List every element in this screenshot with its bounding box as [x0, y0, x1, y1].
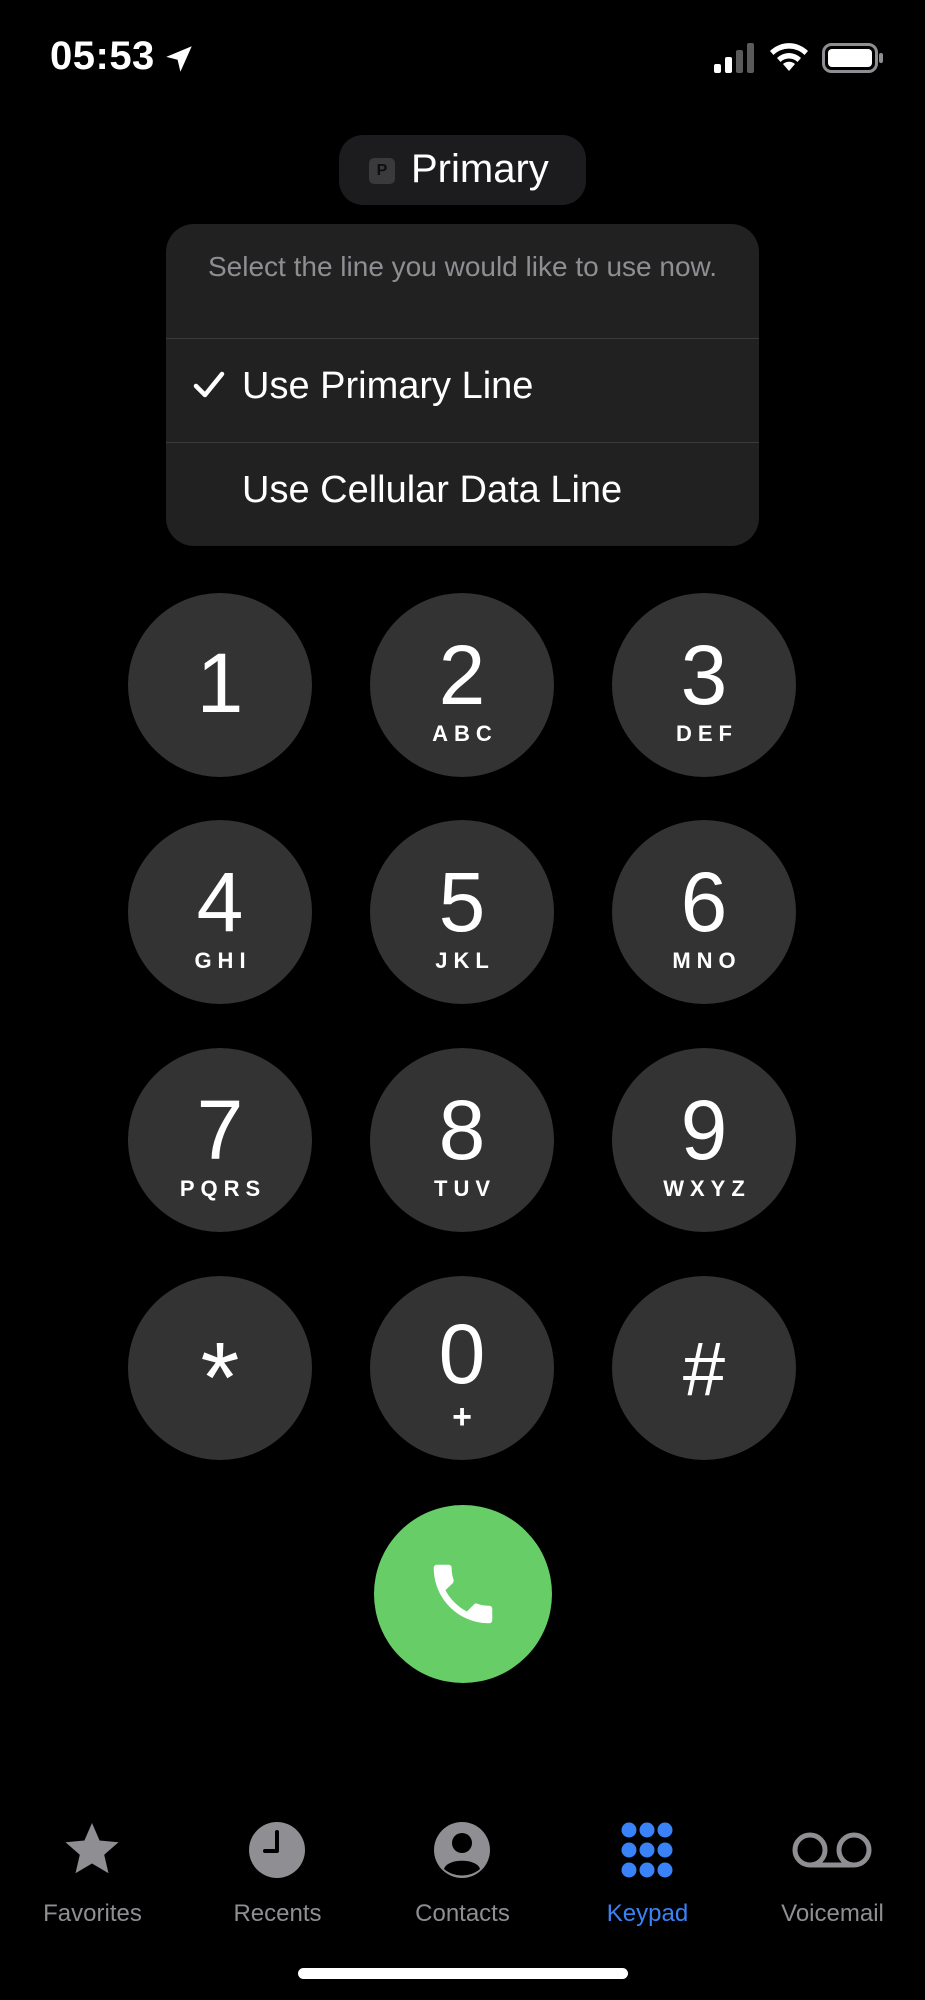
- key-digit: 7: [196, 1083, 244, 1177]
- key-letters: PQRS: [179, 1176, 267, 1201]
- line-selector-button[interactable]: P Primary: [339, 135, 586, 205]
- line-selection-menu: Select the line you would like to use no…: [166, 224, 759, 546]
- menu-item-use-cellular-data-line[interactable]: Use Cellular Data Line: [166, 442, 759, 546]
- location-arrow-icon: [166, 46, 192, 72]
- key-digit: 1: [196, 636, 244, 730]
- key-star[interactable]: *: [128, 1276, 312, 1460]
- key-9[interactable]: 9 WXYZ: [612, 1048, 796, 1232]
- key-digit: 6: [680, 855, 728, 949]
- status-time: 05:53: [50, 34, 155, 78]
- cellular-signal-icon: [714, 43, 754, 73]
- keypad-icon: [621, 1822, 673, 1878]
- star-icon: [65, 1823, 119, 1874]
- key-digit: 2: [438, 628, 486, 722]
- key-letters: MNO: [672, 948, 742, 973]
- tab-label: Keypad: [606, 1900, 689, 1927]
- tab-contacts[interactable]: Contacts: [370, 1816, 555, 1927]
- tab-label: Recents: [233, 1900, 322, 1927]
- key-digit: 4: [196, 855, 244, 949]
- key-2[interactable]: 2 ABC: [370, 593, 554, 777]
- key-digit: 9: [680, 1083, 728, 1177]
- key-0[interactable]: 0 +: [370, 1276, 554, 1460]
- battery-icon: [822, 43, 883, 73]
- clock-icon: [249, 1822, 305, 1878]
- key-digit: #: [682, 1327, 726, 1412]
- key-letters: DEF: [676, 721, 738, 746]
- key-4[interactable]: 4 GHI: [128, 820, 312, 1004]
- tab-voicemail[interactable]: Voicemail: [740, 1816, 925, 1927]
- home-indicator[interactable]: [298, 1968, 628, 1979]
- key-7[interactable]: 7 PQRS: [128, 1048, 312, 1232]
- wifi-icon: [770, 43, 808, 71]
- key-6[interactable]: 6 MNO: [612, 820, 796, 1004]
- key-5[interactable]: 5 JKL: [370, 820, 554, 1004]
- tab-recents[interactable]: Recents: [185, 1816, 370, 1927]
- key-3[interactable]: 3 DEF: [612, 593, 796, 777]
- key-8[interactable]: 8 TUV: [370, 1048, 554, 1232]
- tab-favorites[interactable]: Favorites: [0, 1816, 185, 1927]
- key-1[interactable]: 1: [128, 593, 312, 777]
- key-digit: 0: [438, 1307, 486, 1401]
- key-letters: JKL: [435, 948, 495, 973]
- status-bar: 05:53: [0, 0, 925, 120]
- tab-keypad[interactable]: Keypad: [555, 1816, 740, 1927]
- menu-item-label: Use Cellular Data Line: [242, 469, 623, 511]
- key-letters: WXYZ: [663, 1176, 751, 1201]
- menu-item-use-primary-line[interactable]: Use Primary Line: [166, 338, 759, 442]
- key-letters: GHI: [194, 948, 252, 973]
- key-letters: +: [452, 1398, 472, 1436]
- key-digit: 3: [680, 628, 728, 722]
- tab-label: Contacts: [415, 1900, 510, 1927]
- menu-prompt: Select the line you would like to use no…: [208, 251, 717, 282]
- key-letters: TUV: [434, 1176, 496, 1201]
- key-hash[interactable]: #: [612, 1276, 796, 1460]
- person-circle-icon: [434, 1822, 490, 1878]
- phone-icon: [433, 1564, 493, 1624]
- call-button[interactable]: [374, 1505, 552, 1683]
- voicemail-icon: [792, 1832, 872, 1868]
- key-letters: ABC: [432, 721, 498, 746]
- line-badge: P: [369, 158, 395, 184]
- menu-item-label: Use Primary Line: [242, 365, 534, 407]
- line-selector-label: Primary: [411, 147, 549, 191]
- key-digit: *: [200, 1322, 240, 1434]
- tab-label: Voicemail: [781, 1900, 884, 1927]
- tab-label: Favorites: [43, 1900, 142, 1927]
- checkmark-icon: [193, 371, 225, 398]
- key-digit: 5: [438, 855, 486, 949]
- key-digit: 8: [438, 1083, 486, 1177]
